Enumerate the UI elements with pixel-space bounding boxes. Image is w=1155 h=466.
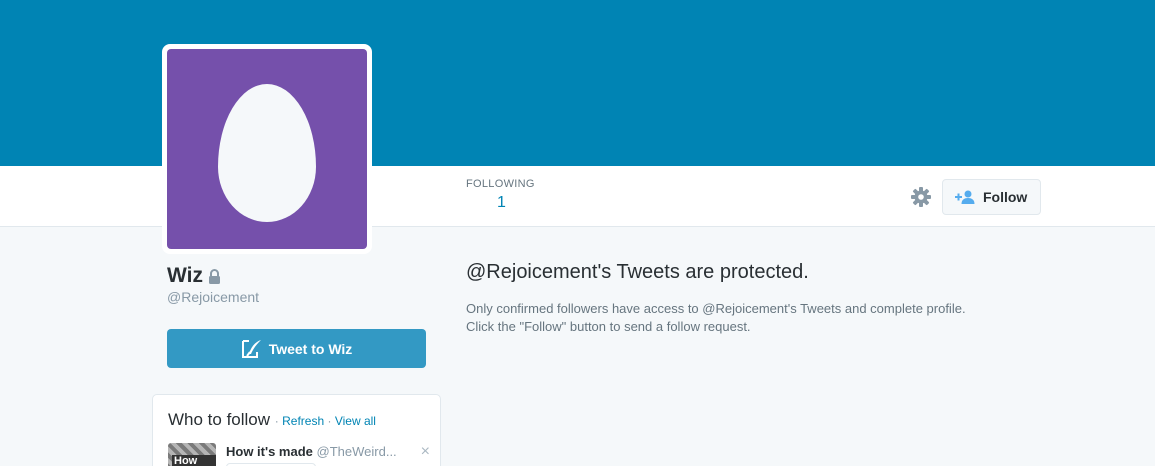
- protected-tweets-title: @Rejoicement's Tweets are protected.: [466, 261, 809, 283]
- avatar[interactable]: [167, 49, 367, 249]
- egg-avatar-icon: [218, 84, 316, 222]
- refresh-link[interactable]: Refresh: [282, 414, 324, 428]
- protected-tweets-message: Only confirmed followers have access to …: [466, 300, 1046, 336]
- who-to-follow-separator: ·: [327, 414, 332, 428]
- follow-button[interactable]: Follow: [942, 179, 1041, 215]
- view-all-link[interactable]: View all: [335, 414, 376, 428]
- tweet-to-button[interactable]: Tweet to Wiz: [167, 329, 426, 368]
- suggested-account-avatar[interactable]: How It's: [168, 443, 216, 466]
- tweet-to-button-label: Tweet to Wiz: [268, 340, 353, 357]
- profile-name-text: Wiz: [167, 264, 203, 287]
- who-to-follow-header: Who to follow · Refresh · View all: [168, 410, 376, 430]
- who-to-follow-title: Who to follow: [168, 410, 271, 429]
- profile-avatar-frame[interactable]: [162, 44, 372, 254]
- profile-handle[interactable]: @Rejoicement: [167, 289, 259, 305]
- add-user-icon: [955, 190, 975, 204]
- compose-icon: [241, 339, 261, 358]
- list-item[interactable]: How It's How it's made @TheWeird... ×: [168, 443, 430, 466]
- stat-following-label: FOLLOWING: [466, 178, 535, 190]
- protected-message-line-1: Only confirmed followers have access to …: [466, 301, 966, 316]
- follow-button-label: Follow: [983, 189, 1028, 205]
- suggested-account-avatar-text: How It's: [172, 455, 216, 466]
- gear-icon[interactable]: [909, 185, 933, 209]
- who-to-follow-card: Who to follow · Refresh · View all How I…: [152, 394, 441, 466]
- protected-message-line-2: Click the "Follow" button to send a foll…: [466, 319, 751, 334]
- lock-icon: [208, 268, 220, 284]
- close-icon[interactable]: ×: [421, 443, 430, 461]
- suggested-account-fullname: How it's made: [226, 444, 313, 459]
- profile-name[interactable]: Wiz: [167, 264, 221, 288]
- stat-following[interactable]: FOLLOWING 1: [466, 178, 556, 212]
- who-to-follow-separator: ·: [274, 414, 279, 428]
- stat-following-value: 1: [497, 194, 506, 211]
- suggested-account-handle: @TheWeird...: [316, 444, 397, 459]
- suggested-account-name[interactable]: How it's made @TheWeird...: [226, 444, 397, 459]
